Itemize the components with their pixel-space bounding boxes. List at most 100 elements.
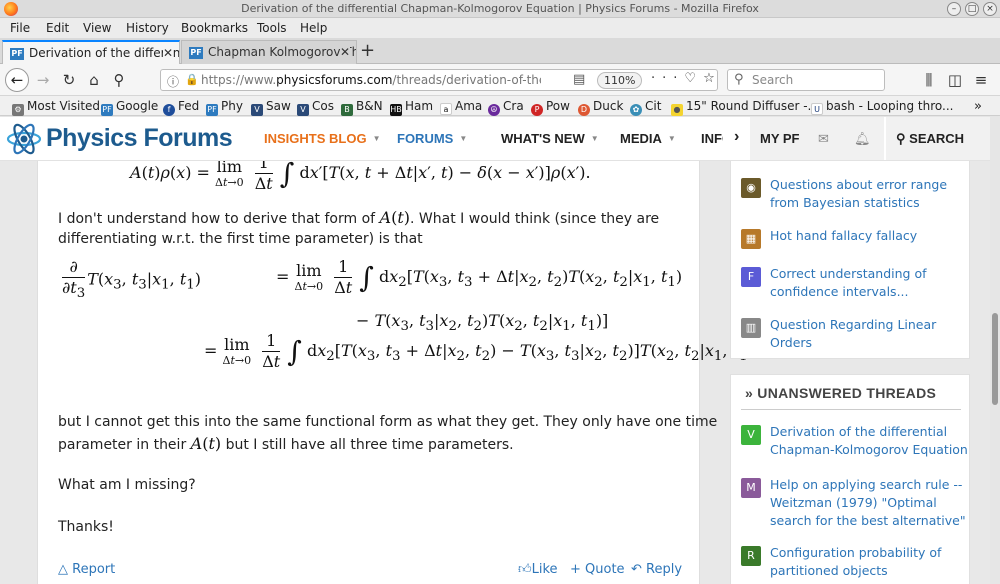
tab-derivation[interactable]: PF Derivation of the differen ✕ bbox=[2, 40, 180, 64]
site-logo-text[interactable]: Physics Forums bbox=[46, 124, 233, 153]
like-button[interactable]: 👍︎Like bbox=[518, 562, 558, 577]
unanswered-thread-item[interactable]: M Help on applying search rule -- Weitzm… bbox=[741, 476, 966, 532]
inbox-icon[interactable]: ✉ bbox=[818, 131, 829, 147]
back-icon[interactable]: ← bbox=[5, 68, 29, 92]
nav-info[interactable]: INFO bbox=[701, 131, 723, 146]
bookmark-ham[interactable]: HB Ham bbox=[390, 99, 433, 116]
avatar-letter: F bbox=[741, 267, 761, 287]
close-window-icon[interactable]: × bbox=[983, 2, 997, 16]
thread-title[interactable]: Questions about error range from Bayesia… bbox=[770, 176, 970, 212]
new-tab-icon[interactable]: + bbox=[360, 40, 375, 61]
info-icon[interactable]: ⓘ bbox=[167, 73, 179, 90]
thread-title[interactable]: Configuration probability of partitioned… bbox=[770, 544, 970, 580]
bookmark-cit[interactable]: ✿ Cit bbox=[630, 99, 661, 116]
bookmark-most-visited[interactable]: ⚙ Most Visited bbox=[12, 99, 100, 116]
pf-icon: PF bbox=[101, 104, 113, 116]
bookmark-cos[interactable]: V Cos bbox=[297, 99, 334, 116]
avatar-letter: M bbox=[741, 478, 761, 498]
pf-favicon-icon: PF bbox=[189, 47, 203, 59]
menu-bookmarks[interactable]: Bookmarks bbox=[181, 21, 248, 35]
thread-title[interactable]: Correct understanding of confidence inte… bbox=[770, 265, 970, 301]
bookmark-phy[interactable]: PF Phy bbox=[206, 99, 243, 116]
sidebar-toggle-icon[interactable]: ◫ bbox=[944, 69, 966, 91]
peace-icon: ☮ bbox=[488, 104, 500, 116]
lock-icon[interactable]: 🔒 bbox=[185, 73, 199, 86]
library-icon[interactable]: ⫼ bbox=[918, 69, 940, 91]
equation-dt3-lhs: ∂ ∂t3 T(x3, t3|x1, t1) bbox=[62, 257, 201, 302]
menu-view[interactable]: View bbox=[83, 21, 111, 35]
tab-bar: PF Derivation of the differen ✕ PF Chapm… bbox=[0, 38, 1000, 64]
search-icon: ⚲ bbox=[734, 72, 744, 87]
forward-icon[interactable]: → bbox=[32, 69, 54, 91]
alerts-bell-icon[interactable]: 🔔︎ bbox=[854, 131, 871, 147]
thread-title[interactable]: Question Regarding Linear Orders bbox=[770, 316, 970, 352]
bookmark-duck[interactable]: D Duck bbox=[578, 99, 623, 116]
thread-title[interactable]: Derivation of the differential Chapman-K… bbox=[770, 423, 970, 459]
url-bar[interactable]: ⓘ 🔒 https://www.physicsforums.com/thread… bbox=[160, 69, 718, 91]
menu-file[interactable]: File bbox=[10, 21, 30, 35]
search-bar[interactable]: ⚲ Search bbox=[727, 69, 885, 91]
nav-media[interactable]: MEDIA ▼ bbox=[620, 131, 676, 146]
minimize-icon[interactable]: – bbox=[947, 2, 961, 16]
home-icon[interactable]: ⌂ bbox=[83, 69, 105, 91]
more-actions-icon[interactable]: ··· bbox=[651, 71, 684, 86]
nav-insights-blog[interactable]: INSIGHTS BLOG ▼ bbox=[264, 131, 380, 146]
bookmark-fed[interactable]: f Fed bbox=[163, 99, 199, 116]
post-paragraph-1: I don't understand how to derive that fo… bbox=[58, 208, 660, 227]
divider bbox=[741, 409, 961, 410]
reader-view-icon[interactable]: ▤ bbox=[573, 72, 585, 87]
search-icon[interactable]: ⚲ bbox=[108, 69, 130, 91]
nav-search[interactable]: ⚲ SEARCH bbox=[896, 131, 964, 147]
report-link[interactable]: △ Report bbox=[58, 562, 115, 577]
hb-icon: HB bbox=[390, 104, 402, 116]
bookmark-bn[interactable]: B B&N bbox=[341, 99, 383, 116]
bookmark-google[interactable]: PF Google bbox=[101, 99, 158, 116]
bookmark-star-icon[interactable]: ☆ bbox=[703, 71, 722, 86]
menu-edit[interactable]: Edit bbox=[46, 21, 69, 35]
page-scrollbar[interactable] bbox=[990, 117, 1000, 584]
bookmarks-overflow-icon[interactable]: » bbox=[974, 99, 982, 114]
close-tab-icon[interactable]: ✕ bbox=[162, 46, 173, 60]
menu-tools[interactable]: Tools bbox=[257, 21, 287, 35]
quote-button[interactable]: + Quote bbox=[570, 562, 625, 577]
zoom-level[interactable]: 110% bbox=[597, 72, 643, 89]
nav-scroll-right-icon[interactable]: › bbox=[734, 128, 739, 146]
unanswered-thread-item[interactable]: V Derivation of the differential Chapman… bbox=[741, 423, 968, 463]
nav-whats-new[interactable]: WHAT'S NEW ▼ bbox=[501, 131, 599, 146]
menu-history[interactable]: History bbox=[126, 21, 169, 35]
thread-title[interactable]: Hot hand fallacy fallacy bbox=[770, 227, 970, 245]
pocket-icon[interactable]: ♡ bbox=[684, 71, 703, 86]
avatar-letter: V bbox=[741, 425, 761, 445]
nav-my-pf[interactable]: MY PF bbox=[760, 131, 800, 146]
thumbs-up-icon: 👍︎ bbox=[518, 562, 532, 577]
maximize-icon[interactable]: □ bbox=[965, 2, 979, 16]
menu-help[interactable]: Help bbox=[300, 21, 327, 35]
unanswered-thread-item[interactable]: R Configuration probability of partition… bbox=[741, 544, 966, 584]
bookmarks-toolbar: ⚙ Most Visited PF Google f Fed PF Phy V Saw V… bbox=[0, 96, 1000, 116]
url-text[interactable]: https://www.physicsforums.com/threads/de… bbox=[201, 73, 541, 87]
similar-thread-item[interactable]: ◉ Questions about error range from Bayes… bbox=[741, 176, 966, 216]
hamburger-menu-icon[interactable]: ≡ bbox=[970, 69, 992, 91]
reload-icon[interactable]: ↻ bbox=[58, 69, 80, 91]
pf-favicon-icon: PF bbox=[10, 48, 24, 60]
bookmark-ama[interactable]: a Ama bbox=[440, 99, 482, 115]
bookmark-bash[interactable]: Ubash - Looping thro... bbox=[811, 99, 954, 115]
thread-thumbnail: ◉ bbox=[741, 178, 761, 198]
close-tab-icon[interactable]: ✕ bbox=[339, 45, 350, 59]
thread-thumbnail: ▦ bbox=[741, 229, 761, 249]
nav-forums[interactable]: FORUMS ▼ bbox=[397, 131, 467, 146]
similar-thread-item[interactable]: F Correct understanding of confidence in… bbox=[741, 265, 966, 305]
reply-button[interactable]: ↶ Reply bbox=[631, 562, 682, 577]
bookmark-pow[interactable]: P Pow bbox=[531, 99, 570, 116]
physics-forums-logo-icon[interactable] bbox=[5, 121, 43, 157]
tab-chapman[interactable]: PF Chapman Kolmogorov Th ✕ bbox=[181, 40, 357, 64]
bookmark-cra[interactable]: ☮ Cra bbox=[488, 99, 524, 116]
cit-icon: ✿ bbox=[630, 104, 642, 116]
similar-thread-item[interactable]: ▦ Hot hand fallacy fallacy bbox=[741, 227, 966, 251]
similar-thread-item[interactable]: ▥ Question Regarding Linear Orders bbox=[741, 316, 966, 356]
unanswered-heading: » UNANSWERED THREADS bbox=[745, 385, 937, 401]
bookmark-diffuser[interactable]: ● 15" Round Diffuser -... bbox=[671, 99, 819, 116]
bookmark-saw[interactable]: V Saw bbox=[251, 99, 291, 116]
scrollbar-thumb[interactable] bbox=[992, 313, 998, 405]
thread-title[interactable]: Help on applying search rule -- Weitzman… bbox=[770, 476, 970, 530]
